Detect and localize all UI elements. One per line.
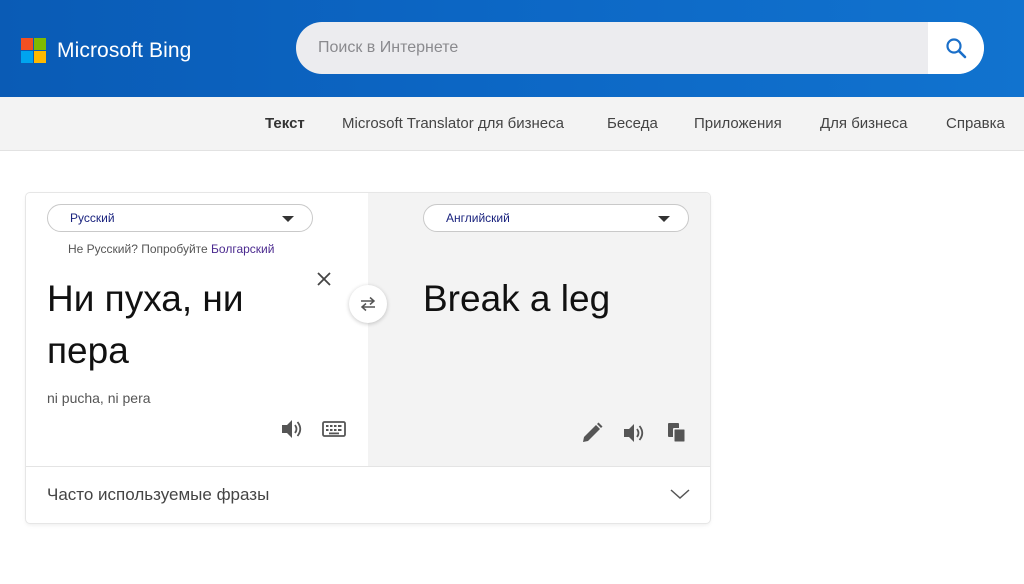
nav-item-apps[interactable]: Приложения <box>694 97 782 150</box>
transliteration: ni pucha, ni pera <box>47 390 151 406</box>
header-bar: Microsoft Bing <box>0 0 1024 97</box>
detect-hint-text: Не Русский? Попробуйте <box>68 242 208 256</box>
nav-item-text[interactable]: Текст <box>265 97 305 150</box>
nav-item-conversation[interactable]: Беседа <box>607 97 658 150</box>
pencil-icon <box>583 422 603 442</box>
swap-languages-button[interactable] <box>349 285 387 323</box>
common-phrases-toggle[interactable]: Часто используемые фразы <box>26 466 710 523</box>
copy-icon <box>668 423 686 443</box>
close-icon <box>317 272 331 286</box>
keyboard-button[interactable] <box>320 415 348 443</box>
clear-text-button[interactable] <box>313 268 335 290</box>
translator-card: Русский Не Русский? Попробуйте Болгарски… <box>26 193 710 523</box>
search-input[interactable] <box>296 22 928 74</box>
search-button[interactable] <box>928 22 984 74</box>
target-language-select[interactable]: Английский <box>423 204 689 232</box>
language-detect-hint: Не Русский? Попробуйте Болгарский <box>68 242 274 256</box>
swap-arrows-icon <box>360 296 376 312</box>
detect-suggestion-link[interactable]: Болгарский <box>211 242 274 256</box>
speaker-icon <box>282 420 302 438</box>
source-listen-button[interactable] <box>278 415 306 443</box>
nav-item-help[interactable]: Справка <box>946 97 1005 150</box>
brand-name[interactable]: Microsoft Bing <box>57 38 191 64</box>
nav-item-for-business[interactable]: Для бизнеса <box>820 97 908 150</box>
source-language-select[interactable]: Русский <box>47 204 313 232</box>
nav-item-translator-business[interactable]: Microsoft Translator для бизнеса <box>342 97 564 150</box>
source-language-label: Русский <box>70 211 115 225</box>
source-text[interactable]: Ни пуха, ни пера <box>47 273 297 377</box>
edit-translation-button[interactable] <box>578 419 606 447</box>
target-listen-button[interactable] <box>620 419 648 447</box>
nav-bar: Текст Microsoft Translator для бизнеса Б… <box>0 97 1024 151</box>
microsoft-logo-icon[interactable] <box>21 38 47 64</box>
translated-text: Break a leg <box>423 278 611 319</box>
chevron-down-icon <box>658 216 670 222</box>
target-language-label: Английский <box>446 211 510 225</box>
speaker-icon <box>624 424 644 442</box>
common-phrases-label: Часто используемые фразы <box>47 485 270 504</box>
copy-translation-button[interactable] <box>663 419 691 447</box>
search-box <box>296 22 984 74</box>
search-icon <box>946 38 967 59</box>
keyboard-icon <box>322 421 346 437</box>
target-pane <box>368 193 710 466</box>
chevron-down-icon <box>282 216 294 222</box>
chevron-down-icon <box>670 489 690 500</box>
